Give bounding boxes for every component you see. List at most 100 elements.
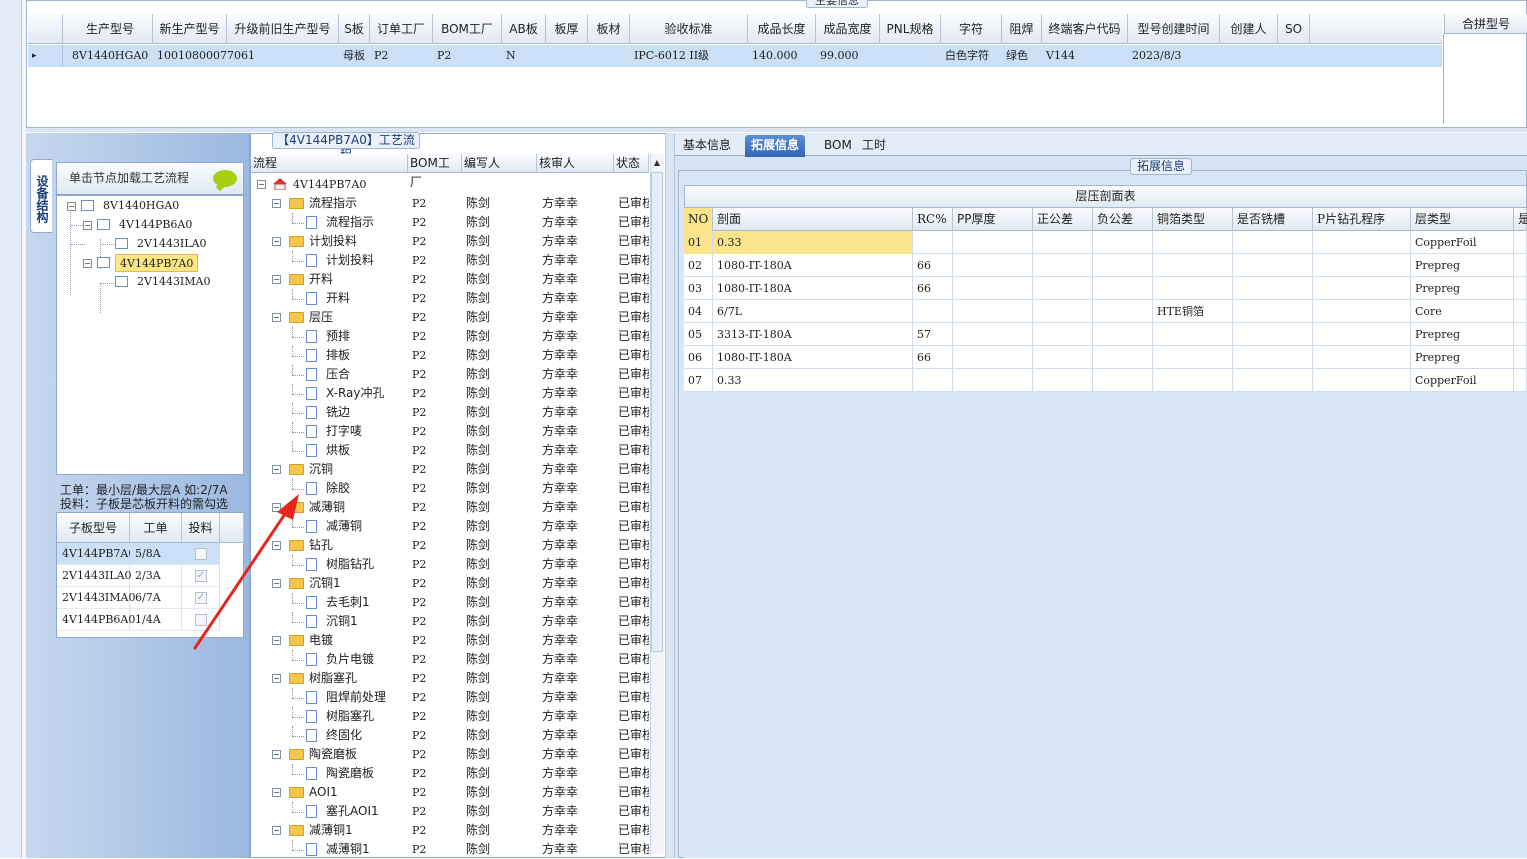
flow-col-2[interactable]: 编写人: [462, 154, 537, 173]
main-cell-6[interactable]: P2: [433, 45, 502, 67]
main-cell-9[interactable]: [588, 45, 630, 67]
main-col-19[interactable]: SO: [1278, 14, 1310, 44]
lam-empty-cell[interactable]: [1313, 346, 1411, 369]
lam-rc[interactable]: 66: [913, 277, 953, 300]
main-col-12[interactable]: 成品宽度: [816, 14, 880, 44]
merge-model-header[interactable]: 合拼型号: [1444, 14, 1527, 34]
main-cell-11[interactable]: 140.000: [748, 45, 816, 67]
flow-col-0[interactable]: 流程: [251, 154, 408, 173]
flow-row[interactable]: 开料 P2 陈剑 方幸幸 已审核: [251, 289, 649, 308]
lam-empty-cell[interactable]: [1313, 231, 1411, 254]
main-cell-18[interactable]: [1220, 45, 1278, 67]
subgrid-order[interactable]: 1/4A: [130, 609, 182, 631]
lam-layer-type[interactable]: Prepreg: [1411, 254, 1514, 277]
subgrid-model[interactable]: 2V1443IMA0: [57, 587, 136, 609]
main-cell-12[interactable]: 99.000: [816, 45, 880, 67]
lam-col-1[interactable]: 剖面: [713, 208, 913, 231]
collapse-toggle-icon[interactable]: −: [83, 221, 92, 230]
flow-row[interactable]: 预排 P2 陈剑 方幸幸 已审核: [251, 327, 649, 346]
flow-row[interactable]: 打字唛 P2 陈剑 方幸幸 已审核: [251, 422, 649, 441]
flow-row[interactable]: − 计划投料 P2 陈剑 方幸幸 已审核: [251, 232, 649, 251]
lam-empty-cell[interactable]: [1033, 369, 1093, 392]
lam-empty-cell[interactable]: [953, 300, 1033, 323]
lam-rc[interactable]: [913, 231, 953, 254]
lam-col-3[interactable]: PP厚度: [953, 208, 1033, 231]
lam-empty-cell[interactable]: [1313, 369, 1411, 392]
subgrid-col-0[interactable]: 子板型号: [57, 513, 130, 543]
flow-row[interactable]: 塞孔AOI1 P2 陈剑 方幸幸 已审核: [251, 802, 649, 821]
subgrid-model[interactable]: 4V144PB7A0: [57, 543, 135, 565]
lam-layer-type[interactable]: Core: [1411, 300, 1514, 323]
flow-row[interactable]: 陶瓷磨板 P2 陈剑 方幸幸 已审核: [251, 764, 649, 783]
subgrid-order[interactable]: 2/3A: [130, 565, 182, 587]
tab-0[interactable]: 基本信息: [677, 135, 737, 157]
collapse-toggle-icon[interactable]: −: [272, 465, 281, 474]
lam-layer-type[interactable]: CopperFoil: [1411, 231, 1514, 254]
lam-layer-type[interactable]: CopperFoil: [1411, 369, 1514, 392]
main-col-9[interactable]: 板材: [588, 14, 630, 44]
lam-foil-type[interactable]: [1153, 346, 1233, 369]
flow-row[interactable]: 流程指示 P2 陈剑 方幸幸 已审核: [251, 213, 649, 232]
lam-empty-cell[interactable]: [1093, 369, 1153, 392]
collapse-toggle-icon[interactable]: −: [272, 826, 281, 835]
main-cell-10[interactable]: IPC-6012 II级: [630, 45, 748, 67]
lam-no[interactable]: 04: [684, 300, 713, 323]
lam-empty-cell[interactable]: [1233, 277, 1313, 300]
collapse-toggle-icon[interactable]: −: [257, 180, 266, 189]
main-col-1[interactable]: 生产型号: [68, 14, 153, 44]
lam-empty-cell[interactable]: [1233, 346, 1313, 369]
lam-empty-cell[interactable]: [1313, 277, 1411, 300]
collapse-toggle-icon[interactable]: −: [272, 788, 281, 797]
flow-row[interactable]: 阻焊前处理 P2 陈剑 方幸幸 已审核: [251, 688, 649, 707]
main-cell-4[interactable]: 母板: [339, 45, 370, 67]
lam-empty-cell[interactable]: [1233, 231, 1313, 254]
main-cell-5[interactable]: P2: [370, 45, 433, 67]
lam-row[interactable]: 04 6/7L HTE铜箔 Core: [684, 300, 1527, 323]
lam-col-10[interactable]: 是: [1514, 208, 1527, 231]
flow-row[interactable]: 铣边 P2 陈剑 方幸幸 已审核: [251, 403, 649, 422]
lam-section[interactable]: 0.33: [713, 231, 913, 254]
lam-no[interactable]: 06: [684, 346, 713, 369]
subgrid-order[interactable]: 6/7A: [130, 587, 182, 609]
main-cell-16[interactable]: V144: [1042, 45, 1128, 67]
subgrid-model[interactable]: 4V144PB6A0: [57, 609, 135, 631]
tree-node-0[interactable]: 8V1440HGA0: [99, 197, 183, 215]
main-cell-14[interactable]: 白色字符: [941, 45, 1002, 67]
flow-row[interactable]: − 开料 P2 陈剑 方幸幸 已审核: [251, 270, 649, 289]
flow-row[interactable]: 终固化 P2 陈剑 方幸幸 已审核: [251, 726, 649, 745]
main-col-15[interactable]: 阻焊: [1002, 14, 1042, 44]
collapse-toggle-icon[interactable]: −: [272, 275, 281, 284]
lam-empty-cell[interactable]: [953, 231, 1033, 254]
flow-col-3[interactable]: 核审人: [537, 154, 614, 173]
main-col-17[interactable]: 型号创建时间: [1128, 14, 1220, 44]
lam-empty-cell[interactable]: [1313, 254, 1411, 277]
lam-row[interactable]: 05 3313-IT-180A 57 Prepreg: [684, 323, 1527, 346]
main-col-16[interactable]: 终端客户代码: [1042, 14, 1128, 44]
vertical-tab-structure[interactable]: 设备结构: [30, 159, 52, 233]
lam-empty-cell[interactable]: [1233, 323, 1313, 346]
flow-row-root[interactable]: − 4V144PB7A0: [251, 175, 649, 194]
lam-empty-cell[interactable]: [1514, 300, 1527, 323]
lam-empty-cell[interactable]: [1233, 369, 1313, 392]
lam-col-2[interactable]: RC%: [913, 208, 953, 231]
main-cell-19[interactable]: [1278, 45, 1310, 67]
lam-empty-cell[interactable]: [1514, 346, 1527, 369]
lam-col-4[interactable]: 正公差: [1033, 208, 1093, 231]
main-col-14[interactable]: 字符: [941, 14, 1002, 44]
flow-row[interactable]: − 减薄铜1 P2 陈剑 方幸幸 已审核: [251, 821, 649, 840]
lam-col-8[interactable]: P片钻孔程序: [1313, 208, 1411, 231]
lam-empty-cell[interactable]: [1093, 277, 1153, 300]
flow-row[interactable]: − 树脂塞孔 P2 陈剑 方幸幸 已审核: [251, 669, 649, 688]
lam-row[interactable]: 02 1080-IT-180A 66 Prepreg: [684, 254, 1527, 277]
tree-node-3[interactable]: 4V144PB7A0: [115, 254, 199, 272]
tab-1[interactable]: 拓展信息: [745, 135, 806, 157]
main-cell-13[interactable]: [880, 45, 941, 67]
tab-3[interactable]: 工时: [856, 135, 892, 157]
lam-empty-cell[interactable]: [1033, 300, 1093, 323]
lam-foil-type[interactable]: [1153, 254, 1233, 277]
lam-no[interactable]: 02: [684, 254, 713, 277]
tree-node-4[interactable]: 2V1443IMA0: [133, 273, 215, 291]
lam-empty-cell[interactable]: [953, 277, 1033, 300]
lam-empty-cell[interactable]: [1093, 254, 1153, 277]
lam-col-5[interactable]: 负公差: [1093, 208, 1153, 231]
